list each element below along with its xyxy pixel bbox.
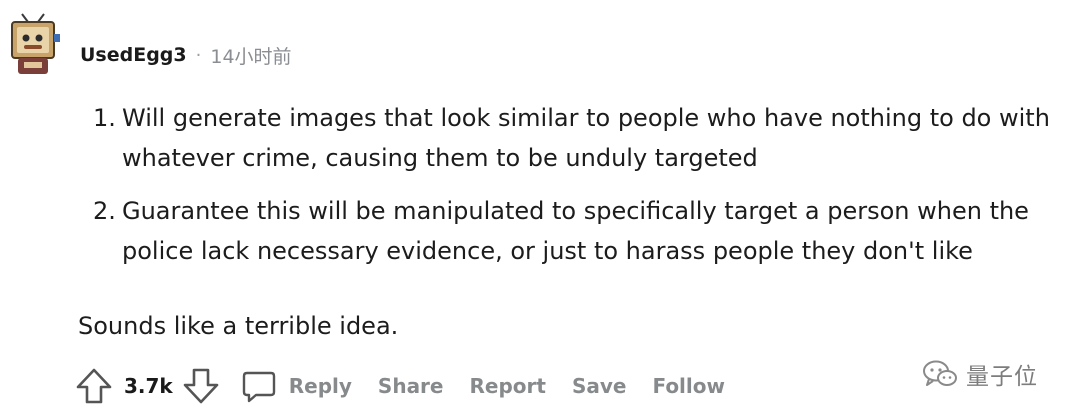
username[interactable]: UsedEgg3 bbox=[80, 44, 187, 66]
vote-count: 3.7k bbox=[124, 374, 173, 398]
numbered-list: 1. Will generate images that look simila… bbox=[78, 98, 1078, 271]
avatar-icon bbox=[11, 13, 60, 74]
list-item: 1. Will generate images that look simila… bbox=[78, 98, 1078, 178]
downvote-arrow-icon bbox=[183, 368, 219, 404]
list-item: 2. Guarantee this will be manipulated to… bbox=[78, 191, 1078, 271]
upvote-button[interactable] bbox=[74, 366, 114, 406]
upvote-arrow-icon bbox=[76, 368, 112, 404]
list-number: 2. bbox=[93, 197, 116, 225]
share-button[interactable]: Share bbox=[378, 374, 444, 398]
watermark-text: 量子位 bbox=[966, 364, 1038, 390]
comment-meta: UsedEgg3 · 14小时前 bbox=[80, 40, 292, 70]
watermark: 量子位 bbox=[922, 358, 1038, 390]
action-bar: 3.7k Reply Share Report Save Follow bbox=[74, 362, 725, 410]
reply-button[interactable]: Reply bbox=[241, 368, 352, 404]
reply-label: Reply bbox=[288, 374, 352, 398]
timestamp[interactable]: 14小时前 bbox=[210, 42, 291, 69]
list-item-text: Will generate images that look similar t… bbox=[122, 104, 1050, 172]
save-button[interactable]: Save bbox=[572, 374, 627, 398]
wechat-logo-icon bbox=[923, 360, 957, 386]
comment-body: 1. Will generate images that look simila… bbox=[78, 98, 1078, 284]
downvote-button[interactable] bbox=[181, 366, 221, 406]
follow-button[interactable]: Follow bbox=[652, 374, 725, 398]
speech-bubble-icon bbox=[242, 371, 275, 403]
report-button[interactable]: Report bbox=[470, 374, 546, 398]
comment: UsedEgg3 · 14小时前 1. Will generate images… bbox=[0, 0, 1080, 420]
meta-separator: · bbox=[195, 44, 202, 66]
comment-closing-text: Sounds like a terrible idea. bbox=[78, 312, 399, 340]
avatar[interactable] bbox=[6, 12, 66, 78]
list-number: 1. bbox=[93, 104, 116, 132]
list-item-text: Guarantee this will be manipulated to sp… bbox=[122, 197, 1029, 265]
